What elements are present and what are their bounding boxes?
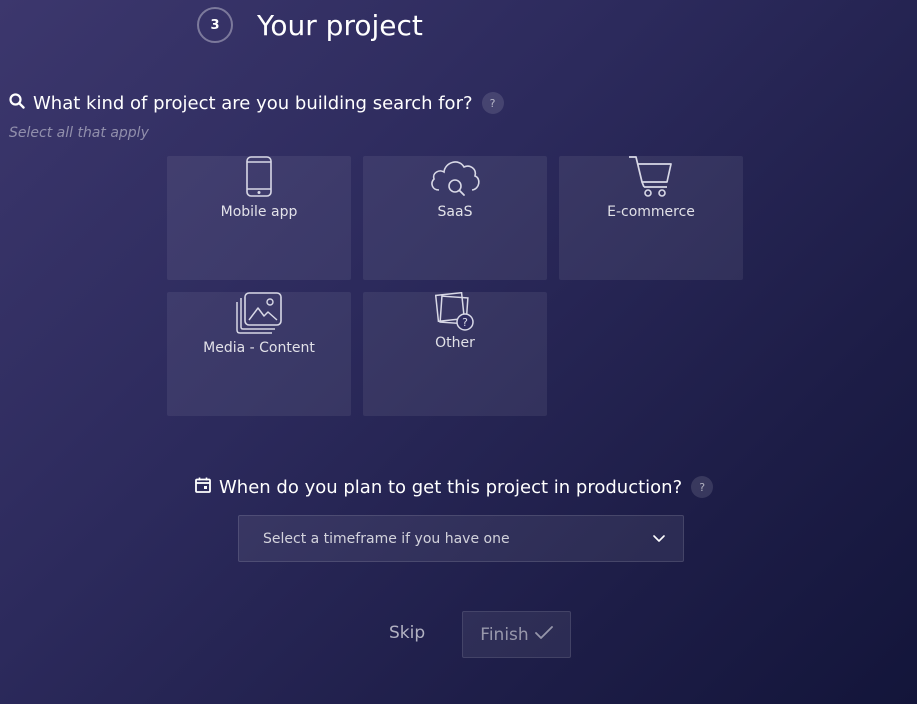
project-type-question-text: What kind of project are you building se… [33,92,473,114]
option-saas[interactable]: SaaS [363,156,547,280]
option-label: E-commerce [607,204,695,220]
option-label: SaaS [437,204,473,220]
project-type-question: What kind of project are you building se… [9,92,504,114]
page-title: Your project [257,9,423,42]
shopping-cart-icon [559,156,743,198]
timeframe-help-button[interactable]: ? [691,476,714,498]
option-label: Mobile app [220,204,298,220]
finish-button[interactable]: Finish [462,611,571,658]
timeframe-select-value: Select a timeframe if you have one [263,530,510,547]
cloud-search-icon [363,156,547,198]
checkmark-icon [529,625,553,645]
chevron-down-icon [653,531,665,547]
question-notes-icon: ? [363,292,547,332]
image-gallery-icon [167,292,351,334]
skip-button[interactable]: Skip [389,623,425,643]
option-media-content[interactable]: Media - Content [167,292,351,416]
mobile-phone-icon [167,156,351,198]
step-number-badge: 3 [197,7,233,43]
svg-text:?: ? [462,316,468,329]
finish-label: Finish [480,624,529,645]
calendar-icon [195,477,211,497]
option-e-commerce[interactable]: E-commerce [559,156,743,280]
option-other[interactable]: ? Other [363,292,547,416]
step-number: 3 [210,17,220,33]
timeframe-question: When do you plan to get this project in … [195,476,714,498]
project-type-help-button[interactable]: ? [481,92,504,114]
option-mobile-app[interactable]: Mobile app [167,156,351,280]
timeframe-question-text: When do you plan to get this project in … [219,476,683,498]
timeframe-select[interactable]: Select a timeframe if you have one [238,515,684,562]
option-label: Other [435,335,475,351]
option-label: Media - Content [203,340,315,356]
select-all-hint: Select all that apply [9,125,149,141]
search-icon [9,93,25,113]
